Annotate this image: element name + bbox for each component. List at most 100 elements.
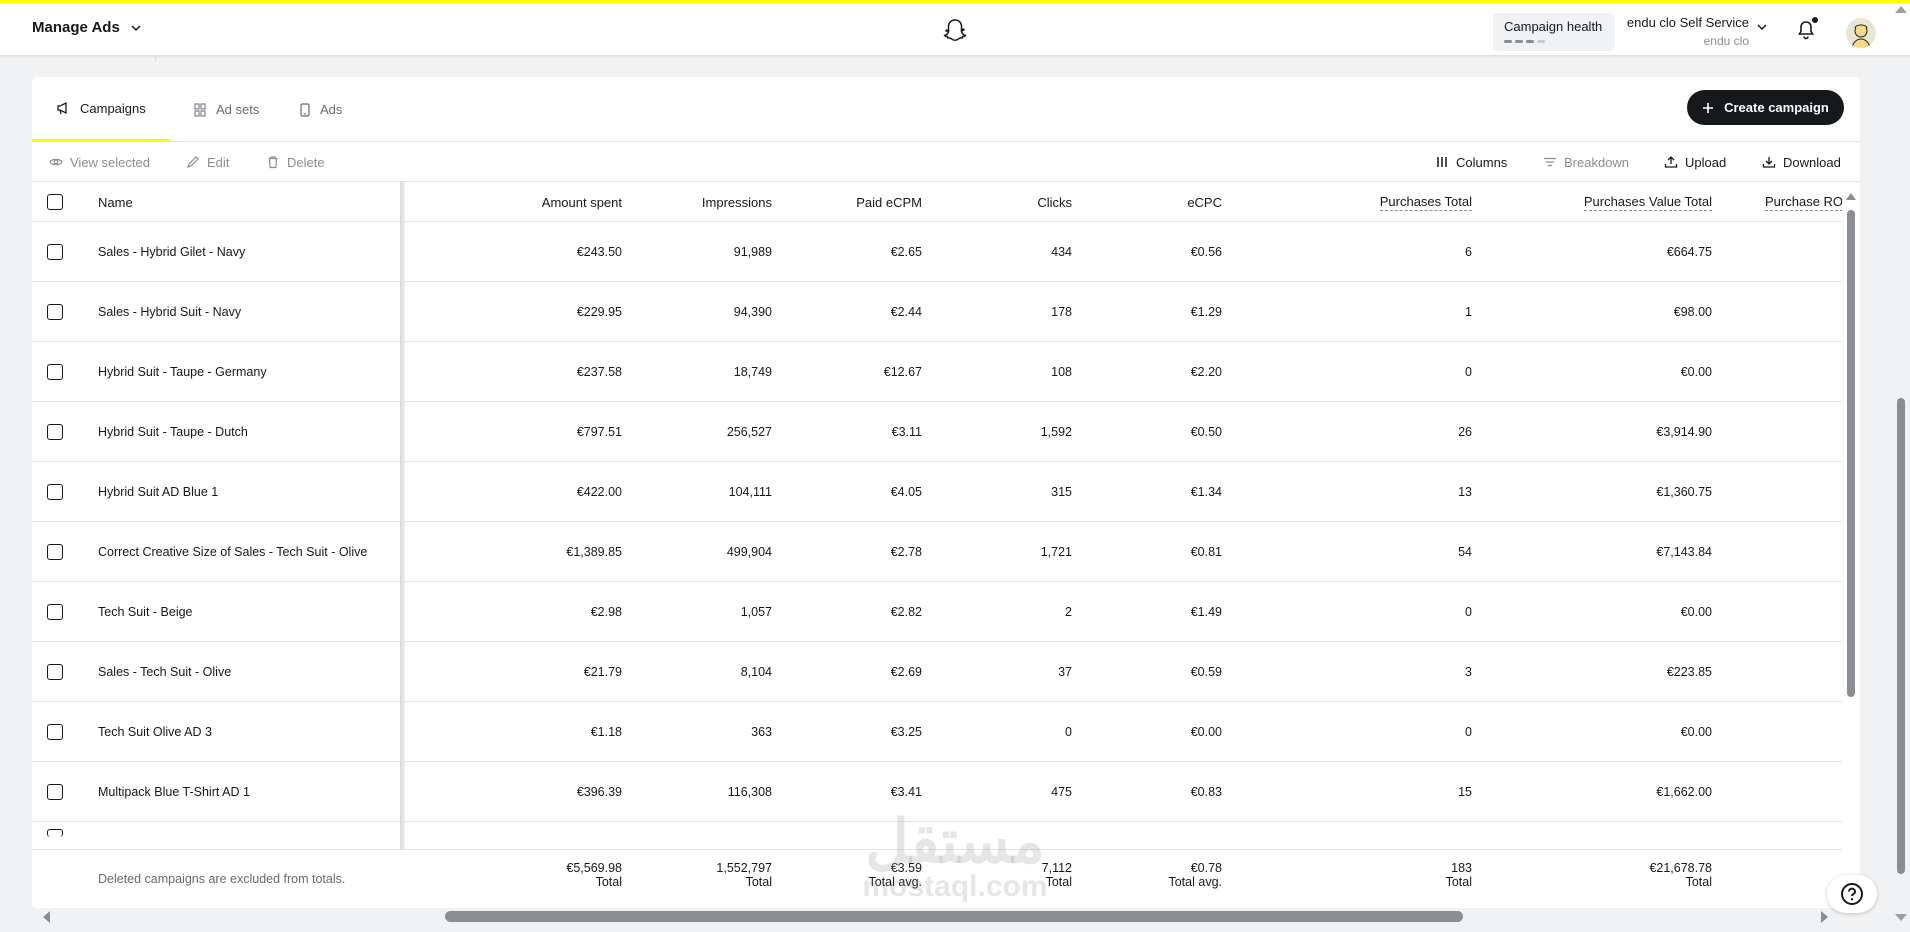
table-horizontal-scrollbar[interactable]	[445, 911, 1463, 922]
col-purchase-roas[interactable]: Purchase RO	[1765, 182, 1842, 222]
campaign-name[interactable]: Hybrid Suit - Taupe - Dutch	[98, 402, 248, 462]
scroll-left-arrow[interactable]	[43, 911, 50, 923]
table-vertical-scrollbar[interactable]	[1847, 210, 1855, 697]
cell-paid-ecpm: €3.11	[891, 425, 922, 439]
bell-icon[interactable]	[1796, 20, 1816, 40]
scroll-up-arrow[interactable]	[1846, 193, 1856, 200]
totals-note: Deleted campaigns are excluded from tota…	[98, 872, 346, 886]
row-checkbox[interactable]	[47, 462, 63, 522]
total-label: Total	[1685, 875, 1712, 889]
delete-button[interactable]: Delete	[266, 142, 325, 182]
campaign-name[interactable]: Sales - Tech Suit - Olive	[98, 642, 231, 702]
cell-purchases-value-total: €7,143.84	[1656, 545, 1712, 559]
campaign-name[interactable]: Hybrid Suit AD Blue 1	[98, 462, 218, 522]
scroll-right-arrow[interactable]	[1821, 911, 1828, 923]
table-row[interactable]: Sales - Hybrid Gilet - Navy €243.50 91,989…	[32, 222, 1842, 282]
cell-purchases-value-total: €0.00	[1680, 605, 1712, 619]
campaign-health-widget[interactable]: Campaign health	[1493, 13, 1615, 51]
table-row[interactable]: Hybrid Suit AD Blue 1 €422.00 104,111 €4.05…	[32, 462, 1842, 522]
campaign-name[interactable]: Hybrid Suit - Taupe - Germany	[98, 342, 267, 402]
cell-purchases-value-total: €1,360.75	[1656, 485, 1712, 499]
table-row[interactable]: Tech Suit Olive AD 3 €1.18 363 €3.25 0 €0.00 0…	[32, 702, 1842, 762]
campaign-name[interactable]: Sales - Hybrid Gilet - Navy	[98, 222, 245, 282]
cell-amount-spent: €797.51	[576, 425, 622, 439]
watermark-arabic: مستقل	[865, 808, 1045, 875]
table-row[interactable]: Hybrid Suit - Taupe - Dutch €797.51 256,52…	[32, 402, 1842, 462]
page-scroll-down-arrow[interactable]	[1895, 914, 1907, 921]
col-impressions[interactable]: Impressions	[622, 182, 772, 222]
view-selected-button[interactable]: View selected	[49, 142, 150, 182]
row-checkbox[interactable]	[47, 402, 63, 462]
col-purchases-total[interactable]: Purchases Total	[1222, 182, 1472, 222]
col-ecpc[interactable]: eCPC	[1072, 182, 1222, 222]
account-switcher[interactable]: endu clo Self Service endu clo	[1625, 15, 1749, 48]
avatar[interactable]	[1846, 18, 1876, 48]
cell-clicks: 315	[1051, 485, 1072, 499]
campaign-name[interactable]: Tech Suit Olive AD 3	[98, 702, 212, 762]
col-purchases-value-total[interactable]: Purchases Value Total	[1472, 182, 1712, 222]
col-clicks[interactable]: Clicks	[922, 182, 1072, 222]
col-name[interactable]: Name	[98, 182, 133, 222]
cell-purchases-total: 13	[1458, 485, 1472, 499]
download-button[interactable]: Download	[1762, 142, 1841, 182]
row-checkbox[interactable]	[47, 762, 63, 822]
tab-ads[interactable]: Ads	[276, 77, 366, 142]
plus-icon	[1703, 102, 1714, 113]
columns-button[interactable]: Columns	[1435, 142, 1507, 182]
row-checkbox[interactable]	[47, 642, 63, 702]
help-icon	[1841, 883, 1863, 905]
page-scroll-up-arrow[interactable]	[1895, 6, 1907, 13]
row-checkbox[interactable]	[47, 282, 63, 342]
col-paid-ecpm[interactable]: Paid eCPM	[772, 182, 922, 222]
cell-clicks: 37	[1058, 665, 1072, 679]
chevron-down-icon[interactable]	[1756, 21, 1768, 33]
campaign-name[interactable]: Correct Creative Size of Sales - Tech Su…	[98, 522, 367, 582]
cell-purchases-value-total: €664.75	[1666, 245, 1712, 259]
page-vertical-scrollbar[interactable]	[1897, 398, 1905, 874]
cell-paid-ecpm: €2.82	[890, 605, 922, 619]
row-checkbox[interactable]	[47, 222, 63, 282]
cell-clicks: 0	[1065, 725, 1072, 739]
cell-impressions: 499,904	[726, 545, 772, 559]
cell-ecpc: €1.34	[1190, 485, 1222, 499]
row-checkbox[interactable]	[47, 522, 63, 582]
help-button[interactable]	[1827, 875, 1877, 913]
cell-purchases-total: 0	[1465, 725, 1472, 739]
table-toolbar: View selected Edit Delete Columns Breakd…	[32, 142, 1860, 182]
edit-button[interactable]: Edit	[186, 142, 229, 182]
total-label: Total	[745, 875, 772, 889]
cell-paid-ecpm: €12.67	[883, 365, 922, 379]
table-row[interactable]: Sales - Tech Suit - Olive €21.79 8,104 €2.6…	[32, 642, 1842, 702]
upload-button[interactable]: Upload	[1664, 142, 1726, 182]
col-amount-spent[interactable]: Amount spent	[472, 182, 622, 222]
snapchat-ghost-icon[interactable]	[942, 18, 968, 44]
cell-impressions: 91,989	[733, 245, 772, 259]
tab-ad-sets[interactable]: Ad sets	[170, 77, 283, 142]
cell-clicks: 2	[1065, 605, 1072, 619]
tab-campaigns[interactable]: Campaigns	[32, 77, 170, 142]
breakdown-label: Breakdown	[1564, 154, 1630, 170]
campaign-name[interactable]: Tech Suit - Beige	[98, 582, 193, 642]
table-row[interactable]: Tech Suit - Beige €2.98 1,057 €2.82 2 €1.49 0 €…	[32, 582, 1842, 642]
row-checkbox[interactable]	[47, 342, 63, 402]
create-campaign-button[interactable]: Create campaign	[1687, 90, 1844, 125]
campaign-name[interactable]: Sales - Hybrid Suit - Navy	[98, 282, 241, 342]
cell-paid-ecpm: €3.25	[890, 725, 922, 739]
table-row[interactable]: Sales - Hybrid Suit - Navy €229.95 94,390 €…	[32, 282, 1842, 342]
manage-ads-menu[interactable]: Manage Ads	[32, 19, 142, 36]
cell-purchases-value-total: €1,662.00	[1656, 785, 1712, 799]
health-meter	[1504, 40, 1604, 43]
cell-impressions: 94,390	[733, 305, 772, 319]
select-all-checkbox[interactable]	[47, 182, 63, 222]
row-checkbox[interactable]	[47, 702, 63, 762]
cell-impressions: 116,308	[727, 785, 772, 799]
total-value: 183	[1451, 861, 1472, 875]
total-label: Total	[1445, 875, 1472, 889]
table-row[interactable]: Correct Creative Size of Sales - Tech Su…	[32, 522, 1842, 582]
frozen-column-divider	[400, 182, 405, 908]
row-checkbox[interactable]	[47, 829, 63, 837]
campaign-name[interactable]: Multipack Blue T-Shirt AD 1	[98, 762, 250, 822]
table-row[interactable]: Hybrid Suit - Taupe - Germany €237.58 18,7…	[32, 342, 1842, 402]
breakdown-button[interactable]: Breakdown	[1543, 142, 1629, 182]
row-checkbox[interactable]	[47, 582, 63, 642]
